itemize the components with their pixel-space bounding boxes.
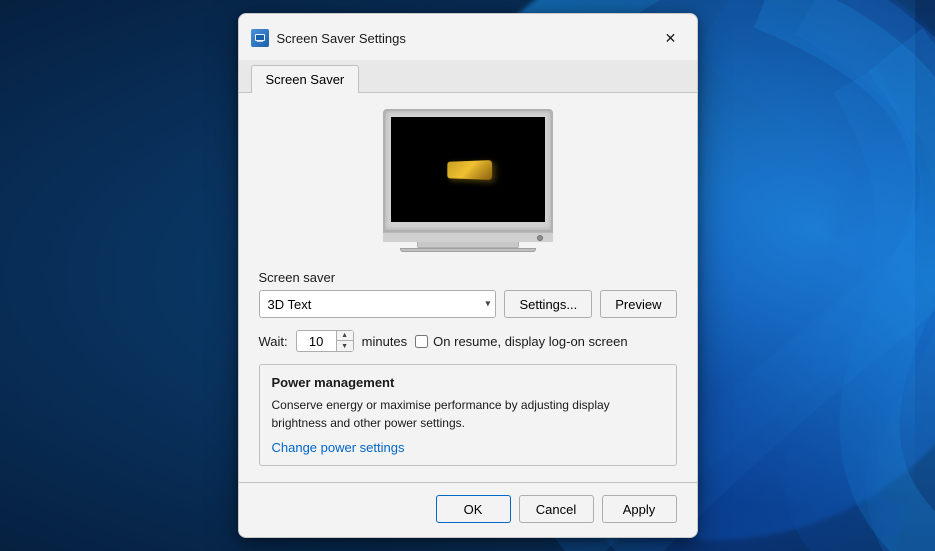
screensaver-row: 3D Text (None) Blank Bubbles Mystify Pho… [259,290,677,318]
ok-button[interactable]: OK [436,495,511,523]
power-management-section: Power management Conserve energy or maxi… [259,364,677,466]
dialog-footer: OK Cancel Apply [239,483,697,537]
spinner-up-button[interactable]: ▲ [337,331,353,341]
dialog-content: Screen saver 3D Text (None) Blank Bubble… [239,93,697,482]
monitor-foot [400,248,536,252]
monitor-screen [391,117,545,222]
logon-checkbox[interactable] [415,335,428,348]
monitor-base [383,232,553,242]
wait-spinner: ▲ ▼ [296,330,354,352]
spinner-buttons: ▲ ▼ [336,330,354,352]
monitor-frame [383,109,553,232]
apply-button[interactable]: Apply [602,495,677,523]
cancel-button[interactable]: Cancel [519,495,594,523]
minutes-label: minutes [362,334,408,349]
power-section-description: Conserve energy or maximise performance … [272,396,664,432]
title-bar: Screen Saver Settings ✕ [239,14,697,60]
screensaver-dropdown[interactable]: 3D Text (None) Blank Bubbles Mystify Pho… [259,290,497,318]
screen-saver-settings-dialog: Screen Saver Settings ✕ Screen Saver [238,13,698,538]
logon-label-text: On resume, display log-on screen [433,334,627,349]
wait-label: Wait: [259,334,288,349]
preview-area [259,109,677,252]
change-power-settings-link[interactable]: Change power settings [272,440,405,455]
preview-button[interactable]: Preview [600,290,676,318]
close-button[interactable]: ✕ [657,24,685,52]
power-section-title: Power management [272,375,664,390]
tab-screen-saver[interactable]: Screen Saver [251,65,360,93]
screensaver-object [447,160,492,180]
monitor-preview [383,109,553,252]
dialog-title: Screen Saver Settings [277,31,657,46]
dialog-icon [251,29,269,47]
screensaver-label: Screen saver [259,270,677,285]
monitor-indicator [537,235,543,241]
logon-checkbox-label[interactable]: On resume, display log-on screen [415,334,627,349]
wait-input[interactable] [296,330,336,352]
wait-row: Wait: ▲ ▼ minutes On resume, display log… [259,330,677,352]
spinner-down-button[interactable]: ▼ [337,341,353,351]
tabs-bar: Screen Saver [239,60,697,93]
screensaver-field-group: Screen saver 3D Text (None) Blank Bubble… [259,270,677,318]
settings-button[interactable]: Settings... [504,290,592,318]
screensaver-dropdown-wrapper: 3D Text (None) Blank Bubbles Mystify Pho… [259,290,497,318]
